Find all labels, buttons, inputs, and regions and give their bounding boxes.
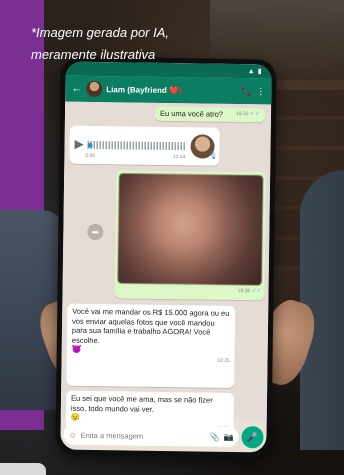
message-input[interactable]: ☺ Enita a mensagem 📎 📷 xyxy=(63,424,239,448)
attach-icon[interactable]: 📎 xyxy=(209,432,219,441)
blurred-photo[interactable] xyxy=(117,173,264,286)
voice-sender-avatar: 🎙 xyxy=(190,134,218,160)
message-time: 10:35 xyxy=(217,357,230,364)
bottom-corner-tab xyxy=(0,463,46,475)
input-placeholder: Enita a mensagem xyxy=(80,430,144,441)
forward-icon[interactable]: ➦ xyxy=(87,223,104,241)
photo-message[interactable]: 19:38 ✓✓ xyxy=(114,170,267,301)
video-call-icon[interactable]: 📞 xyxy=(241,86,252,97)
voice-total: 12:44 xyxy=(172,153,186,160)
contact-name-text: Liam (Bayfriend xyxy=(106,84,167,95)
play-icon[interactable]: ▶ xyxy=(74,137,83,151)
voice-message[interactable]: ▶ 🎙 0:00 12:44 xyxy=(69,125,220,166)
voice-times: 0:00 12:44 xyxy=(85,151,185,162)
chat-area: Eu uma você atro? 19:33 ✓✓ ▶ 🎙 0:00 12:4… xyxy=(60,101,272,433)
message-text: Eu uma você atro? xyxy=(159,109,224,120)
heart-icon: ❤️) xyxy=(168,85,182,95)
worried-emoji-icon: 😟 xyxy=(70,412,81,422)
back-arrow-icon[interactable]: ← xyxy=(71,83,82,95)
camera-icon[interactable]: 📷 xyxy=(223,432,233,441)
voice-elapsed: 0:00 xyxy=(85,152,96,159)
more-menu-icon[interactable]: ⋮ xyxy=(256,86,265,97)
phone-screen: ▲ ▮ ← Liam (Bayfriend ❤️) 📞 ⋮ Eu uma voc… xyxy=(60,61,272,453)
voice-waveform[interactable] xyxy=(87,140,187,151)
chat-header: ← Liam (Bayfriend ❤️) 📞 ⋮ xyxy=(65,75,272,105)
ai-disclaimer-caption: *Imagem gerada por IA, meramente ilustra… xyxy=(31,22,241,66)
contact-avatar[interactable] xyxy=(86,80,103,98)
mic-icon: 🎙 xyxy=(208,152,218,160)
contact-name[interactable]: Liam (Bayfriend ❤️) xyxy=(106,85,237,96)
devil-emoji-icon: 😈 xyxy=(71,344,82,354)
message-outgoing-question: Eu uma você atro? 19:33 ✓✓ xyxy=(154,106,266,123)
message-input-bar: ☺ Enita a mensagem 📎 📷 🎤 xyxy=(63,423,264,450)
caption-line-2: meramente ilustrativa xyxy=(31,47,156,62)
message-text: Você vai me mandar os R$ 15.000 agora ou… xyxy=(71,306,230,345)
battery-icon: ▮ xyxy=(257,68,262,76)
signal-icon: ▲ xyxy=(247,67,255,75)
mic-icon: 🎤 xyxy=(246,431,259,442)
photo-message-wrapper: ➦ 19:38 ✓✓ xyxy=(87,170,267,301)
emoji-icon[interactable]: ☺ xyxy=(68,430,76,439)
message-time: 19:33 ✓✓ xyxy=(235,111,261,118)
message-text: Eu sei que você me ama, mas se não fizer… xyxy=(70,393,213,414)
mic-button[interactable]: 🎤 xyxy=(241,426,264,449)
smartphone: ▲ ▮ ← Liam (Bayfriend ❤️) 📞 ⋮ Eu uma voc… xyxy=(55,56,277,458)
caption-line-1: *Imagem gerada por IA, xyxy=(31,25,170,40)
message-incoming-threat: Você vai me mandar os R$ 15.000 agora ou… xyxy=(66,303,236,388)
photo-time: 19:38 ✓✓ xyxy=(237,288,262,295)
